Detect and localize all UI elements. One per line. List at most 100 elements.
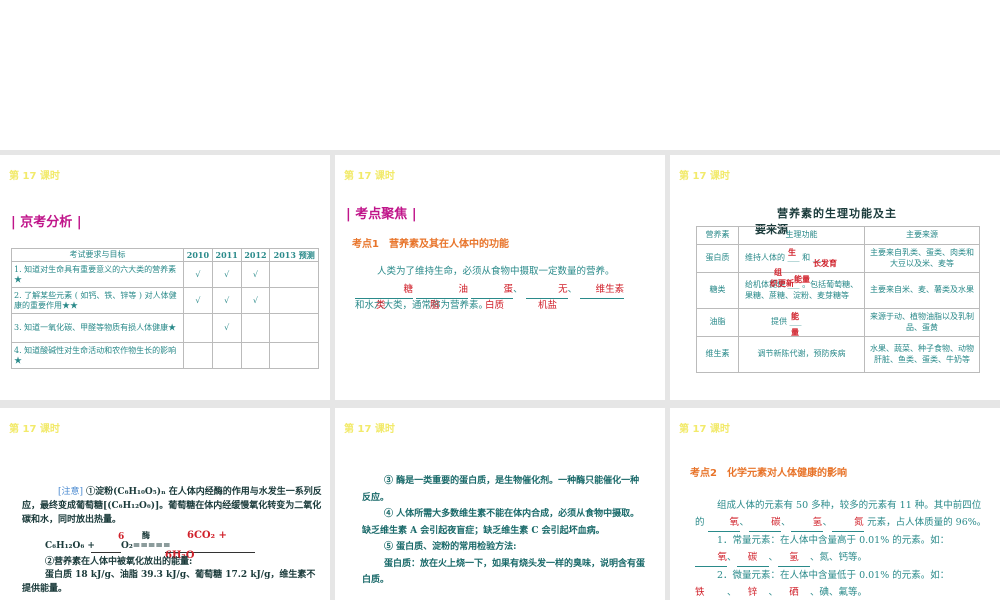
table-row: 3. 知道一氧化碳、甲醛等物质有损人体健康★ √ [11,313,319,344]
check [269,313,319,344]
lesson-label: 第 17 课时 [344,424,395,435]
function-wrap: 提供 ___ 能 量 [741,311,862,337]
function-cell: 调节新陈代谢，预防疾病 [738,336,865,373]
blanks-line: 氧、碳、氢、氮、钙等。 [695,549,990,567]
equation-left: C₆H₁₂O₆ + [45,541,95,551]
elements-body: 组成人体的元素有 50 多种，较多的元素有 11 种。其中前四位的 氧、 碳、 氢、… [695,497,990,600]
check: √ [240,287,271,315]
blank: 氢 [790,514,823,532]
nutrient-name: 蛋白质 [696,244,739,273]
function-cell: 给机体提供 ___ 。包括葡萄糖、果糖、蔗糖、淀粉、麦芽糖等 能量 [738,272,865,309]
slide-4[interactable]: 第 17 课时 [注意] ①淀粉(C₆H₁₀O₅)ₙ 在人体内经酶的作用与水发生… [0,408,330,600]
row-text: 3. 知道一氧化碳、甲醛等物质有损人体健康★ [11,313,184,344]
blank: 氧 [695,549,727,567]
check: √ [211,287,242,315]
slide-2[interactable]: 第 17 课时 | 考点聚焦 | 考点1 营养素及其在人体中的功能 人类为了维持… [335,155,665,400]
fill: 能量 [794,274,810,285]
nutrient-name: 油脂 [696,308,739,337]
energy-values: 蛋白质 18 kJ/g、油脂 39.3 kJ/g、葡萄糖 17.2 kJ/g，维… [22,570,316,594]
coef-blank [91,552,121,553]
check [211,342,242,370]
overlap-fill: 组 [774,267,782,277]
text: 元素，占人体质量的 96%。 [867,517,987,528]
line-2: 和水六大类，通常称为营养素。 [355,300,489,311]
blank: 氮 [832,514,865,532]
header-cell: 2011 [211,247,242,263]
topic-heading: 考点1 营养素及其在人体中的功能 [352,239,509,250]
nutrient-name: 维生素 [696,336,739,373]
lesson-label: 第 17 课时 [679,171,730,182]
blank: 氢 [778,549,811,567]
function-cell: 提供 ___ 能 量 [738,308,865,337]
header-cell: 2013 预测 [269,247,319,263]
source-cell: 来源于动、植物油脂以及乳制品、蛋黄 [864,308,980,337]
lesson-label: 第 17 课时 [9,171,60,182]
check: √ [183,261,213,289]
header-cell: 2010 [183,247,213,263]
slide-3[interactable]: 第 17 课时 营养素的生理功能及主 要来源 营养素 生理功能 主要来源 蛋白质 维… [670,155,1000,400]
table-row: 糖类 给机体提供 ___ 。包括葡萄糖、果糖、蔗糖、淀粉、麦芽糖等 能量 主要来… [696,272,980,309]
row-text: 2. 了解某些元素 ( 如钙、铁、锌等 ) 对人体健康的重要作用★★ [11,287,184,315]
notes-body: ③ 酶是一类重要的蛋白质，是生物催化剂。一种酶只能催化一种反应。 ④ 人体所需大… [362,473,647,589]
blank: 铁 [695,584,727,600]
separator: 、 [513,284,523,295]
header-cell: 2012 [240,247,271,263]
paragraph: ③ 酶是一类重要的蛋白质，是生物催化剂。一种酶只能催化一种反应。 [362,476,640,503]
fill: 长发育 [813,258,837,269]
function-cell: 维持人体的 ___ 和 ___ 生 长发育 [738,244,865,273]
product-fill: 6CO₂ + [187,530,227,541]
slide-1[interactable]: 第 17 课时 | 京考分析 | 考试要求与目标 2010 2011 2012 2013… [0,155,330,400]
exam-table: 考试要求与目标 2010 2011 2012 2013 预测 1. 知道对生命具有重要意… [11,247,319,370]
separator: 、 [567,284,578,295]
section-title: | 考点聚焦 | [346,207,417,222]
fill: 量 [791,327,799,338]
table-row: 油脂 提供 ___ 能 量 来源于动、植物油脂以及乳制品、蛋黄 [696,308,980,337]
nutrient-table: 营养素 生理功能 主要来源 蛋白质 维持人体的 ___ 和 ___ 生 长发育 主要… [696,226,980,373]
source-cell: 主要来自乳类、蛋类、肉类和大豆以及米、麦等 [864,244,980,273]
paragraph: ⑤ 蛋白质、淀粉的常用检验方法: [384,542,517,552]
blank: 锌 [737,584,769,600]
header-cell: 生理功能 [738,226,865,245]
red-fill: 类 [376,300,386,311]
fill: 能 [791,311,799,322]
check: √ [240,261,271,289]
table-row: 1. 知道对生命具有重要意义的六大类的营养素★ √ √ √ [11,261,319,289]
source-cell: 水果、蔬菜、种子食物、动物肝脏、鱼类、蛋类、牛奶等 [864,336,980,373]
overlap-fill: 织更新 [770,278,794,288]
check [183,342,213,370]
table-title: 营养素的生理功能及主 [777,207,897,220]
paragraph: 1．常量元素：在人体中含量高于 0.01% 的元素。如： [717,535,950,546]
row-text: 4. 知道酸碱性对生命活动和农作物生长的影响★ [11,342,184,370]
blank: 硒 [778,584,810,600]
blanks-line: 铁、锌、硒、碘、氟等。 [695,584,990,600]
check [240,313,271,344]
catalyst: 酶 [142,530,150,540]
check [183,313,213,344]
intro-paragraph: 人类为了维持生命，必须从食物中摄取一定数量的营养。 [377,266,615,277]
topic-heading: 考点2 化学元素对人体健康的影响 [690,468,847,479]
blank: 碳 [749,514,782,532]
header-cell: 营养素 [696,226,739,245]
text: 、碘、氟等。 [810,587,868,598]
blank: 氧 [707,514,740,532]
note-paragraph: [注意] ①淀粉(C₆H₁₀O₅)ₙ 在人体内经酶的作用与水发生一系列反应，最终… [22,485,322,527]
row-text: 1. 知道对生命具有重要意义的六大类的营养素★ [11,261,184,289]
header-cell: 考试要求与目标 [11,247,184,263]
check [269,261,319,289]
slide-6[interactable]: 第 17 课时 考点2 化学元素对人体健康的影响 组成人体的元素有 50 多种，… [670,408,1000,600]
section-text: 考点聚焦 [355,207,408,222]
header-cell: 主要来源 [864,226,980,245]
function-wrap: 维持人体的 ___ 和 ___ 生 长发育 [741,247,862,268]
source-cell: 主要来自米、麦、薯类及水果 [864,272,980,309]
paragraph: 组成人体的元素有 50 多种，较多的元素有 11 种。其中前四位的 氧、 碳、 氢、… [695,497,990,532]
table-row: 4. 知道酸碱性对生命活动和农作物生长的影响★ [11,342,319,370]
nutrient-name: 糖类 [696,272,739,309]
check [269,287,319,315]
lesson-label: 第 17 课时 [679,424,730,435]
table-row: 2. 了解某些元素 ( 如钙、铁、锌等 ) 对人体健康的重要作用★★ √ √ √ [11,287,319,315]
red-fill: 白质 [485,300,505,311]
paragraph: 2．微量元素：在人体中含量低于 0.01% 的元素。如： [717,570,950,581]
slide-5[interactable]: 第 17 课时 ③ 酶是一类重要的蛋白质，是生物催化剂。一种酶只能催化一种反应。… [335,408,665,600]
section-title: | 京考分析 | [11,215,82,230]
lesson-label: 第 17 课时 [344,171,395,182]
